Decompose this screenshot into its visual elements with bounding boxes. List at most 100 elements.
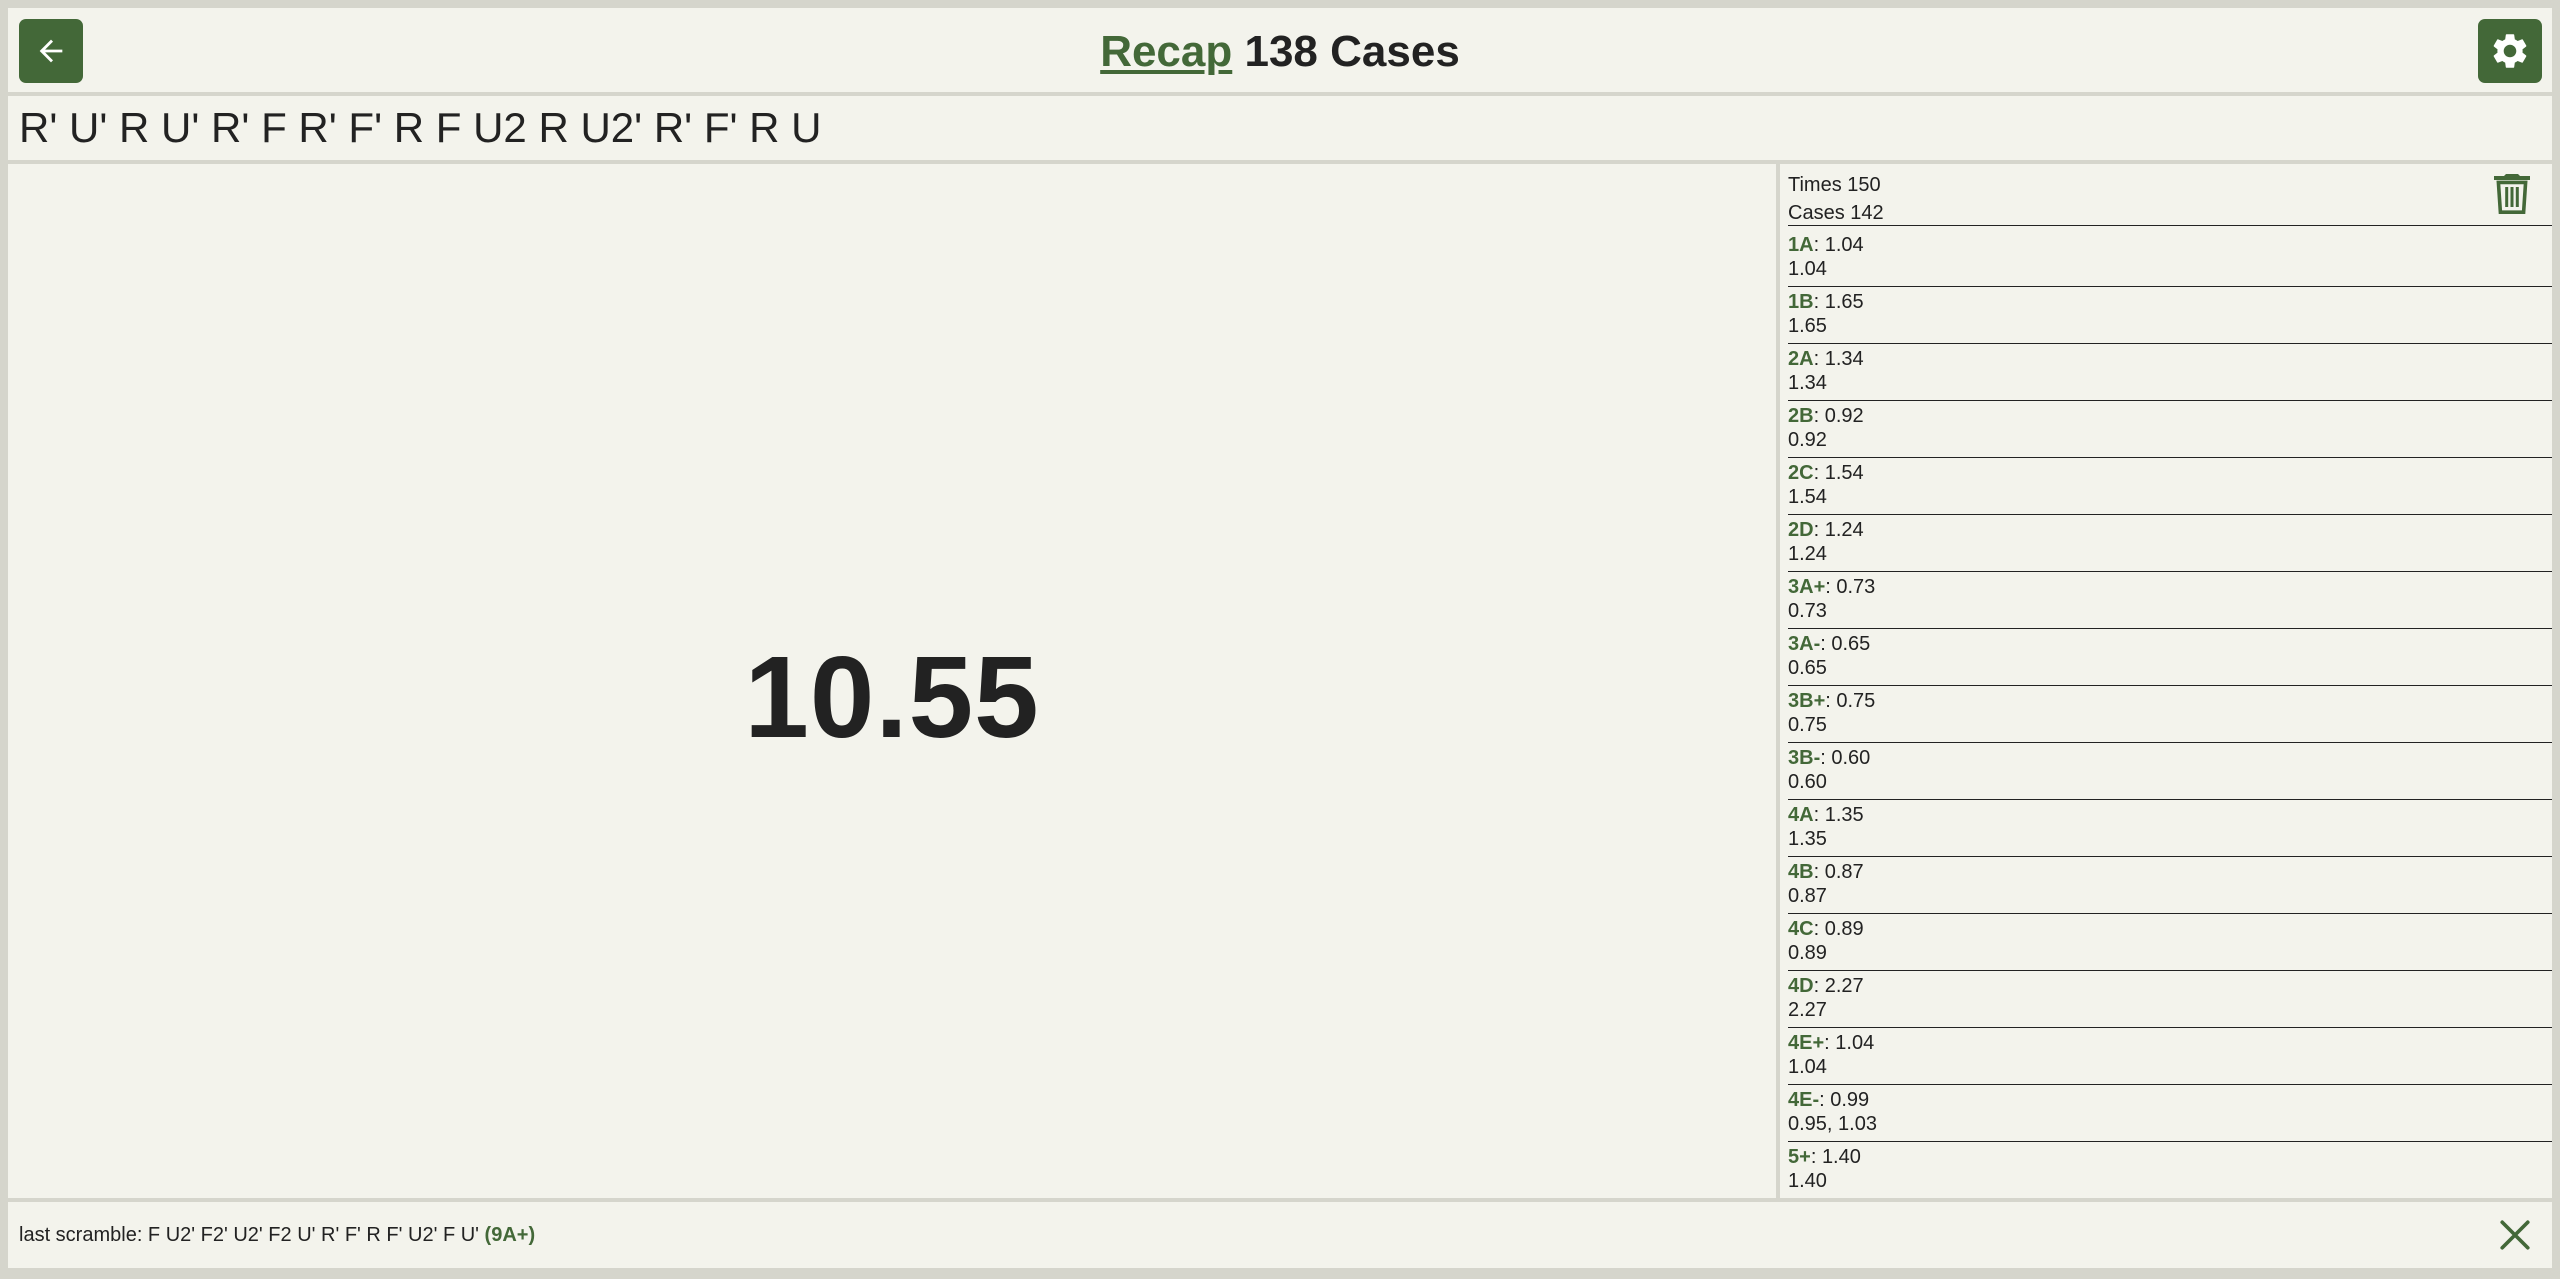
- case-separator: :: [1813, 975, 1825, 997]
- case-times: 1.40: [1788, 1170, 1827, 1192]
- case-item[interactable]: 4E-: 0.99 0.95, 1.03: [1788, 1085, 2552, 1142]
- case-times: 1.35: [1788, 828, 1827, 850]
- case-times: 0.65: [1788, 657, 1827, 679]
- case-item[interactable]: 4A: 1.35 1.35: [1788, 800, 2552, 857]
- case-item[interactable]: 4B: 0.87 0.87: [1788, 857, 2552, 914]
- case-summary: 4D: 2.27: [1788, 971, 2552, 998]
- case-item[interactable]: 5+: 1.40 1.40: [1788, 1142, 2552, 1198]
- case-name: 1A: [1788, 234, 1814, 256]
- timer-area[interactable]: 10.55: [8, 164, 1776, 1198]
- case-best: 1.35: [1824, 804, 1864, 826]
- case-best: 0.92: [1824, 405, 1864, 427]
- case-best: 2.27: [1824, 975, 1864, 997]
- case-summary: 2D: 1.24: [1788, 515, 2552, 542]
- case-name: 4A: [1788, 804, 1814, 826]
- case-item[interactable]: 2D: 1.24 1.24: [1788, 515, 2552, 572]
- close-icon: [2500, 1220, 2530, 1250]
- case-separator: :: [1819, 1089, 1831, 1111]
- case-times: 1.24: [1788, 543, 1827, 565]
- case-separator: :: [1813, 291, 1825, 313]
- case-count-title: 138 Cases: [1232, 27, 1460, 76]
- case-best: 0.60: [1831, 747, 1871, 769]
- stats-panel: Times 150 Cases 142 1A: 1.04 1.04 1B: 1.65…: [1780, 164, 2552, 1198]
- case-times: 0.89: [1788, 942, 1827, 964]
- case-summary: 3A+: 0.73: [1788, 572, 2552, 599]
- case-best: 1.40: [1821, 1146, 1861, 1168]
- case-name: 3A-: [1788, 633, 1821, 655]
- case-name: 4D: [1788, 975, 1814, 997]
- case-best: 0.89: [1824, 918, 1864, 940]
- timer-display: 10.55: [744, 632, 1040, 762]
- case-times: 1.65: [1788, 315, 1827, 337]
- scramble-text: R' U' R U' R' F R' F' R F U2 R U2' R' F'…: [19, 104, 822, 151]
- case-summary: 3B-: 0.60: [1788, 743, 2552, 770]
- footer-bar: last scramble: F U2' F2' U2' F2 U' R' F'…: [8, 1202, 2552, 1268]
- case-item[interactable]: 1B: 1.65 1.65: [1788, 287, 2552, 344]
- case-times: 0.87: [1788, 885, 1827, 907]
- case-separator: :: [1813, 462, 1825, 484]
- case-item[interactable]: 1A: 1.04 1.04: [1788, 230, 2552, 287]
- case-times: 0.92: [1788, 429, 1827, 451]
- case-name: 4B: [1788, 861, 1814, 883]
- case-separator: :: [1825, 576, 1837, 598]
- case-summary: 4B: 0.87: [1788, 857, 2552, 884]
- case-item[interactable]: 4C: 0.89 0.89: [1788, 914, 2552, 971]
- scramble-bar: R' U' R U' R' F R' F' R F U2 R U2' R' F'…: [8, 96, 2552, 160]
- case-times: 1.04: [1788, 258, 1827, 280]
- case-summary: 2C: 1.54: [1788, 458, 2552, 485]
- delete-button[interactable]: [2494, 174, 2530, 214]
- case-times: 1.34: [1788, 372, 1827, 394]
- case-best: 0.99: [1830, 1089, 1870, 1111]
- case-separator: :: [1820, 633, 1832, 655]
- case-best: 0.65: [1831, 633, 1871, 655]
- stats-divider: [1788, 225, 2552, 226]
- stats-summary: Times 150 Cases 142: [1788, 171, 2552, 227]
- case-times: 0.73: [1788, 600, 1827, 622]
- case-summary: 4A: 1.35: [1788, 800, 2552, 827]
- last-scramble-text: last scramble: F U2' F2' U2' F2 U' R' F'…: [19, 1224, 485, 1246]
- case-name: 4C: [1788, 918, 1814, 940]
- case-item[interactable]: 3A-: 0.65 0.65: [1788, 629, 2552, 686]
- case-separator: :: [1824, 1032, 1836, 1054]
- case-separator: :: [1813, 405, 1825, 427]
- case-separator: :: [1810, 1146, 1822, 1168]
- times-count: Times 150: [1788, 174, 1881, 196]
- case-item[interactable]: 3B+: 0.75 0.75: [1788, 686, 2552, 743]
- case-best: 0.87: [1824, 861, 1864, 883]
- close-button[interactable]: [2498, 1218, 2532, 1252]
- cases-count: Cases 142: [1788, 202, 1884, 224]
- settings-button[interactable]: [2478, 19, 2542, 83]
- recap-link[interactable]: Recap: [1100, 27, 1232, 76]
- case-name: 1B: [1788, 291, 1814, 313]
- case-name: 2A: [1788, 348, 1814, 370]
- gear-icon: [2493, 34, 2527, 68]
- case-separator: :: [1825, 690, 1837, 712]
- case-list: 1A: 1.04 1.04 1B: 1.65 1.65 2A: 1.34 1.34 2B: …: [1788, 230, 2552, 1198]
- case-item[interactable]: 4D: 2.27 2.27: [1788, 971, 2552, 1028]
- header-bar: Recap 138 Cases: [8, 8, 2552, 92]
- case-separator: :: [1813, 519, 1825, 541]
- case-best: 0.75: [1836, 690, 1876, 712]
- case-best: 1.04: [1835, 1032, 1875, 1054]
- case-separator: :: [1813, 234, 1825, 256]
- case-item[interactable]: 3A+: 0.73 0.73: [1788, 572, 2552, 629]
- case-item[interactable]: 2B: 0.92 0.92: [1788, 401, 2552, 458]
- case-name: 2B: [1788, 405, 1814, 427]
- case-item[interactable]: 4E+: 1.04 1.04: [1788, 1028, 2552, 1085]
- case-best: 0.73: [1836, 576, 1876, 598]
- case-summary: 3A-: 0.65: [1788, 629, 2552, 656]
- case-summary: 4C: 0.89: [1788, 914, 2552, 941]
- case-item[interactable]: 3B-: 0.60 0.60: [1788, 743, 2552, 800]
- case-best: 1.65: [1824, 291, 1864, 313]
- case-summary: 4E+: 1.04: [1788, 1028, 2552, 1055]
- case-summary: 1A: 1.04: [1788, 230, 2552, 257]
- case-summary: 4E-: 0.99: [1788, 1085, 2552, 1112]
- case-summary: 3B+: 0.75: [1788, 686, 2552, 713]
- case-item[interactable]: 2A: 1.34 1.34: [1788, 344, 2552, 401]
- case-item[interactable]: 2C: 1.54 1.54: [1788, 458, 2552, 515]
- last-scramble: last scramble: F U2' F2' U2' F2 U' R' F'…: [19, 1222, 535, 1248]
- case-summary: 2A: 1.34: [1788, 344, 2552, 371]
- case-summary: 1B: 1.65: [1788, 287, 2552, 314]
- case-name: 5+: [1788, 1146, 1811, 1168]
- case-name: 3B+: [1788, 690, 1826, 712]
